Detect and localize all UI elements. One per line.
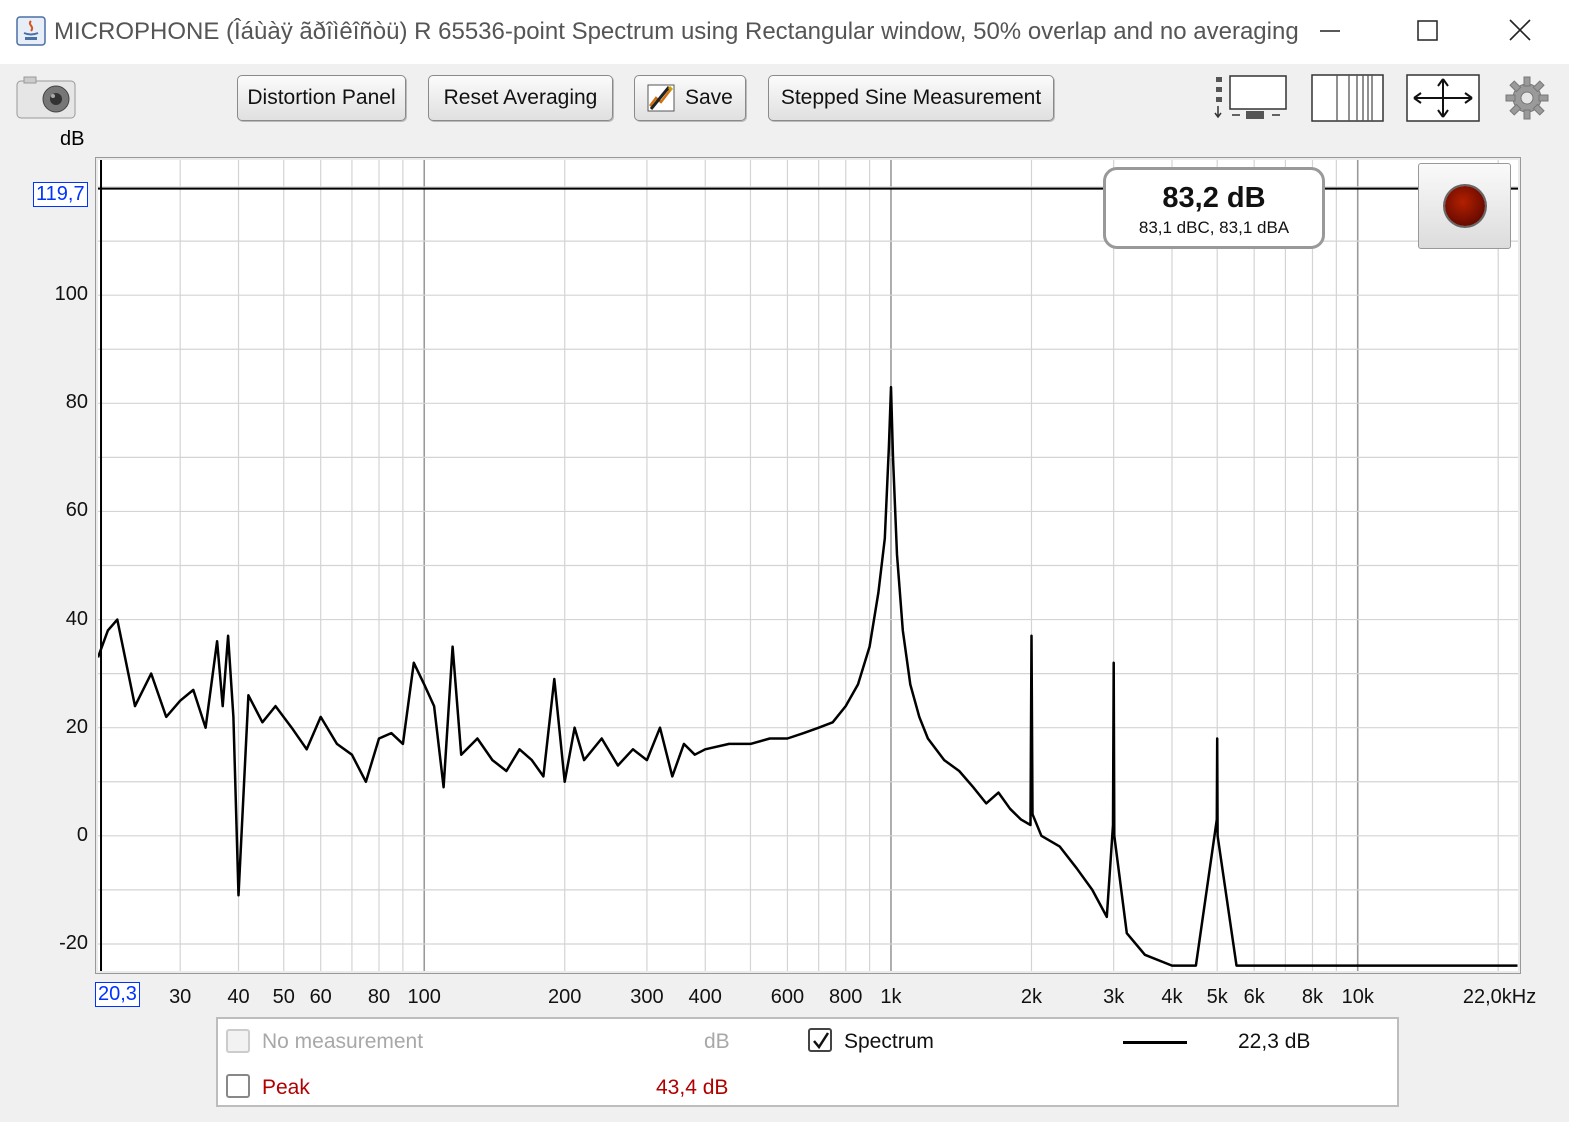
record-icon bbox=[1445, 186, 1485, 226]
x-tick-label: 2k bbox=[1020, 986, 1043, 1008]
level-value: 83,2 dB bbox=[1162, 182, 1266, 214]
maximize-icon[interactable] bbox=[1407, 14, 1447, 48]
x-tick-label: 30 bbox=[169, 986, 192, 1008]
record-button[interactable] bbox=[1418, 163, 1511, 249]
distortion-panel-button[interactable]: Distortion Panel bbox=[237, 75, 406, 121]
y-tick-label: 20 bbox=[65, 715, 88, 738]
grid-columns-icon[interactable] bbox=[1311, 74, 1384, 122]
y-tick-label: -20 bbox=[59, 931, 88, 954]
y-cursor-value[interactable]: 119,7 bbox=[33, 182, 88, 207]
x-tick-label: 80 bbox=[367, 986, 391, 1008]
level-readout: 83,2 dB 83,1 dBC, 83,1 dBA bbox=[1103, 167, 1325, 249]
y-tick-label: 100 bbox=[54, 283, 88, 306]
checkmark-icon bbox=[813, 1032, 830, 1050]
title-bar: MICROPHONE (Îáùàÿ ãðîìêîñòü) R 65536-poi… bbox=[0, 0, 1569, 64]
minimize-icon[interactable] bbox=[1310, 14, 1350, 48]
reset-averaging-button[interactable]: Reset Averaging bbox=[428, 75, 613, 121]
close-icon[interactable] bbox=[1500, 14, 1540, 48]
x-tick-label: 40 bbox=[227, 986, 250, 1008]
no-measurement-unit: dB bbox=[704, 1030, 730, 1053]
fit-all-arrows-icon[interactable] bbox=[1406, 74, 1480, 122]
no-measurement-checkbox[interactable] bbox=[226, 1029, 250, 1053]
x-tick-label: 50 bbox=[272, 986, 295, 1008]
peak-label: Peak bbox=[262, 1076, 310, 1099]
save-button[interactable]: Save bbox=[634, 75, 746, 121]
x-tick-label: 8k bbox=[1301, 986, 1324, 1008]
y-tick-label: 40 bbox=[65, 607, 88, 630]
x-tick-label: 600 bbox=[770, 986, 805, 1008]
java-app-icon bbox=[16, 16, 46, 46]
x-tick-label: 60 bbox=[309, 986, 332, 1008]
spectrum-plot[interactable] bbox=[98, 160, 1518, 971]
y-tick-label: 60 bbox=[65, 499, 88, 522]
x-tick-label: 4k bbox=[1161, 986, 1183, 1008]
x-tick-label: 400 bbox=[688, 986, 722, 1008]
x-tick-label: 100 bbox=[407, 986, 441, 1008]
y-tick-label: 0 bbox=[76, 823, 88, 846]
x-tick-label: 22,0kHz bbox=[1462, 986, 1537, 1008]
window-title: MICROPHONE (Îáùàÿ ãðîìêîñòü) R 65536-poi… bbox=[54, 18, 1299, 45]
spectrum-checkbox[interactable] bbox=[808, 1028, 832, 1052]
chart-save-icon bbox=[647, 84, 675, 112]
x-tick-label: 6k bbox=[1243, 986, 1265, 1008]
camera-icon[interactable] bbox=[16, 76, 76, 120]
spectrum-value: 22,3 dB bbox=[1238, 1030, 1311, 1053]
legend-panel: No measurement dB Peak 43,4 dB Spectrum … bbox=[216, 1017, 1399, 1107]
weighted-level-value: 83,1 dBC, 83,1 dBA bbox=[1138, 218, 1290, 237]
vertical-zoom-icon[interactable] bbox=[1214, 73, 1288, 123]
x-cursor-value[interactable]: 20,3 bbox=[95, 982, 140, 1007]
x-tick-label: 10k bbox=[1341, 986, 1374, 1008]
peak-checkbox[interactable] bbox=[226, 1074, 250, 1098]
stepped-sine-measurement-button[interactable]: Stepped Sine Measurement bbox=[768, 75, 1054, 121]
y-tick-label: 80 bbox=[65, 391, 88, 414]
x-tick-label: 5k bbox=[1206, 986, 1228, 1008]
y-axis-unit: dB bbox=[60, 128, 85, 150]
x-tick-label: 3k bbox=[1103, 986, 1125, 1008]
x-tick-label: 300 bbox=[630, 986, 664, 1008]
no-measurement-label: No measurement bbox=[262, 1030, 424, 1053]
gear-icon[interactable] bbox=[1504, 75, 1550, 121]
save-label: Save bbox=[685, 86, 733, 109]
x-tick-label: 200 bbox=[548, 986, 582, 1008]
spectrum-label: Spectrum bbox=[844, 1030, 934, 1053]
peak-value: 43,4 dB bbox=[656, 1076, 729, 1099]
x-tick-label: 800 bbox=[829, 986, 863, 1008]
spectrum-trace bbox=[98, 385, 1518, 967]
spectrum-line-swatch bbox=[1123, 1041, 1187, 1044]
x-tick-label: 1k bbox=[880, 986, 902, 1008]
